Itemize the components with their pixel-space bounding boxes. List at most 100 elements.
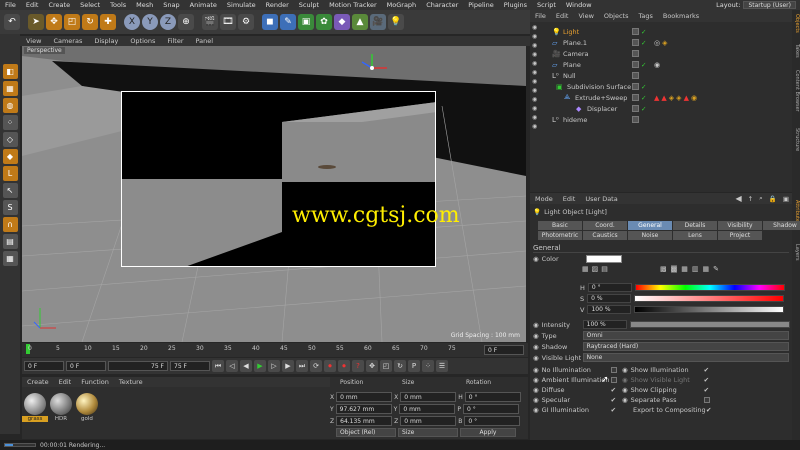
texture-tag-icon[interactable]: ◈	[669, 94, 674, 102]
play-icon[interactable]: ▶	[254, 360, 266, 372]
hue-field[interactable]: 0 °	[587, 283, 632, 292]
position-key-icon[interactable]: ✥	[366, 360, 378, 372]
image-icon[interactable]: ▤	[601, 265, 608, 273]
axis-icon[interactable]: L	[2, 166, 18, 181]
scale-icon[interactable]: ◰	[64, 14, 80, 30]
object-tags[interactable]: ◉	[654, 61, 660, 69]
tab-caustics[interactable]: Caustics	[583, 231, 627, 240]
warning-tag-icon[interactable]: ▲	[684, 94, 689, 102]
param-dot-icon[interactable]: ◉	[622, 366, 628, 374]
back-arrow-icon[interactable]: ◀	[733, 194, 745, 203]
make-editable-icon[interactable]: ◧	[2, 64, 18, 79]
polygons-mode-icon[interactable]: ◆	[2, 149, 18, 164]
tab-lens[interactable]: Lens	[673, 231, 717, 240]
snap-icon[interactable]: S	[2, 200, 18, 215]
render-view-icon[interactable]: 🎬	[202, 14, 218, 30]
loop-icon[interactable]: ⟳	[310, 360, 322, 372]
mograph-icon[interactable]: ✿	[316, 14, 332, 30]
saturation-slider[interactable]	[634, 295, 785, 302]
om-side-icon[interactable]: ◉	[532, 114, 542, 121]
mixer-icon[interactable]: ▥	[692, 265, 699, 273]
om-side-icon[interactable]: ◉	[532, 42, 542, 49]
render-picture-viewer-icon[interactable]: 🎞	[220, 14, 236, 30]
point-level-icon[interactable]: ⁘	[422, 360, 434, 372]
scene-icon[interactable]: ▲	[352, 14, 368, 30]
move-icon[interactable]: ✥	[46, 14, 62, 30]
viewport-menu-view[interactable]: View	[20, 37, 47, 45]
specular-checkbox[interactable]: ✔	[611, 396, 616, 404]
workplane-icon[interactable]: ▤	[2, 234, 18, 249]
param-dot-icon[interactable]: ◉	[533, 396, 539, 404]
deformer-icon[interactable]: ◆	[334, 14, 350, 30]
next-frame-icon[interactable]: ▷	[268, 360, 280, 372]
material-menu-function[interactable]: Function	[76, 378, 114, 386]
next-key-icon[interactable]: ▶	[282, 360, 294, 372]
object-row-light[interactable]: 💡 Light ✓	[530, 26, 792, 37]
current-frame-field[interactable]: 0 F	[484, 345, 524, 355]
object-visibility[interactable]	[632, 50, 639, 57]
object-name[interactable]: Subdivision Surface	[567, 83, 631, 91]
object-row-subdivision-surface[interactable]: ▣ Subdivision Surface ✓	[530, 81, 792, 92]
tab-noise[interactable]: Noise	[628, 231, 672, 240]
om-menu-objects[interactable]: Objects	[599, 12, 634, 20]
strip-tab-content-browser[interactable]: Content Browser	[792, 70, 800, 112]
om-side-icon[interactable]: ◉	[532, 87, 542, 94]
param-dot-icon[interactable]: ◉	[622, 386, 628, 394]
rotate-icon[interactable]: ↻	[82, 14, 98, 30]
camera-icon[interactable]: 🎥	[370, 14, 386, 30]
interactive-render-region[interactable]	[121, 91, 436, 267]
magnet-icon[interactable]: ∩	[2, 217, 18, 232]
menu-animate[interactable]: Animate	[185, 1, 222, 9]
object-visibility[interactable]: ✓	[632, 82, 646, 91]
size-z-field[interactable]: 0 mm	[400, 416, 457, 426]
om-menu-view[interactable]: View	[573, 12, 598, 20]
start-frame-field[interactable]: 0 F	[24, 361, 64, 371]
scale-key-icon[interactable]: ◰	[380, 360, 392, 372]
texture-mode-icon[interactable]: ▦	[2, 81, 18, 96]
param-dot-icon[interactable]: ◉	[533, 366, 539, 374]
tab-coord[interactable]: Coord.	[583, 221, 627, 230]
render-settings-icon[interactable]: ⚙	[238, 14, 254, 30]
param-dot-icon[interactable]: ◉	[533, 386, 539, 394]
object-name[interactable]: Camera	[563, 50, 589, 58]
cube-icon[interactable]: ◼	[262, 14, 278, 30]
subdivision-icon[interactable]: ▣	[298, 14, 314, 30]
object-visibility[interactable]: ✓	[632, 27, 646, 36]
object-visibility[interactable]: ✓	[632, 93, 646, 102]
search-icon[interactable]: ⌕	[756, 194, 766, 203]
object-row-camera[interactable]: 🎥 Camera	[530, 48, 792, 59]
menu-create[interactable]: Create	[43, 1, 75, 9]
menu-motion-tracker[interactable]: Motion Tracker	[324, 1, 382, 9]
timeline-menu-icon[interactable]: ☰	[436, 360, 448, 372]
show-clipping-checkbox[interactable]: ✔	[704, 386, 709, 394]
param-dot-icon[interactable]: ◉	[533, 332, 539, 340]
param-dot-icon[interactable]: ◉	[533, 354, 539, 362]
hsv-mode-icon[interactable]: ▩	[670, 265, 678, 273]
autokey-icon[interactable]: ⏺	[338, 360, 350, 372]
coord-mode-dropdown[interactable]: Object (Rel)	[336, 428, 396, 437]
strip-tab-takes[interactable]: Takes	[792, 44, 800, 58]
menu-select[interactable]: Select	[75, 1, 105, 9]
param-dot-icon[interactable]: ◉	[622, 376, 628, 384]
type-dropdown[interactable]: Omni	[582, 331, 789, 340]
attr-menu-user-data[interactable]: User Data	[580, 195, 622, 203]
strip-tab-structure[interactable]: Structure	[792, 128, 800, 151]
object-name[interactable]: Plane	[563, 61, 581, 69]
go-to-end-icon[interactable]: ⏭	[296, 360, 308, 372]
param-dot-icon[interactable]: ◉	[533, 376, 539, 384]
position-y-field[interactable]: 97.627 mm	[335, 404, 392, 414]
layout-dropdown[interactable]: Startup (User)	[743, 1, 796, 9]
go-to-start-icon[interactable]: ⏮	[212, 360, 224, 372]
texture-tag-icon[interactable]: ◈	[676, 94, 681, 102]
tab-visibility[interactable]: Visibility	[718, 221, 762, 230]
new-panel-icon[interactable]: ▣	[780, 195, 792, 203]
om-side-icon[interactable]: ◉	[532, 24, 542, 31]
viewport-menu-display[interactable]: Display	[88, 37, 124, 45]
y-axis-icon[interactable]: Y	[142, 14, 158, 30]
keyframe-selection-icon[interactable]: ?	[352, 360, 364, 372]
visible-light-dropdown[interactable]: None	[582, 353, 789, 362]
om-side-icon[interactable]: ◉	[532, 96, 542, 103]
color-wheel-icon[interactable]: ▦	[582, 265, 589, 273]
menu-character[interactable]: Character	[421, 1, 463, 9]
om-menu-tags[interactable]: Tags	[633, 12, 657, 20]
